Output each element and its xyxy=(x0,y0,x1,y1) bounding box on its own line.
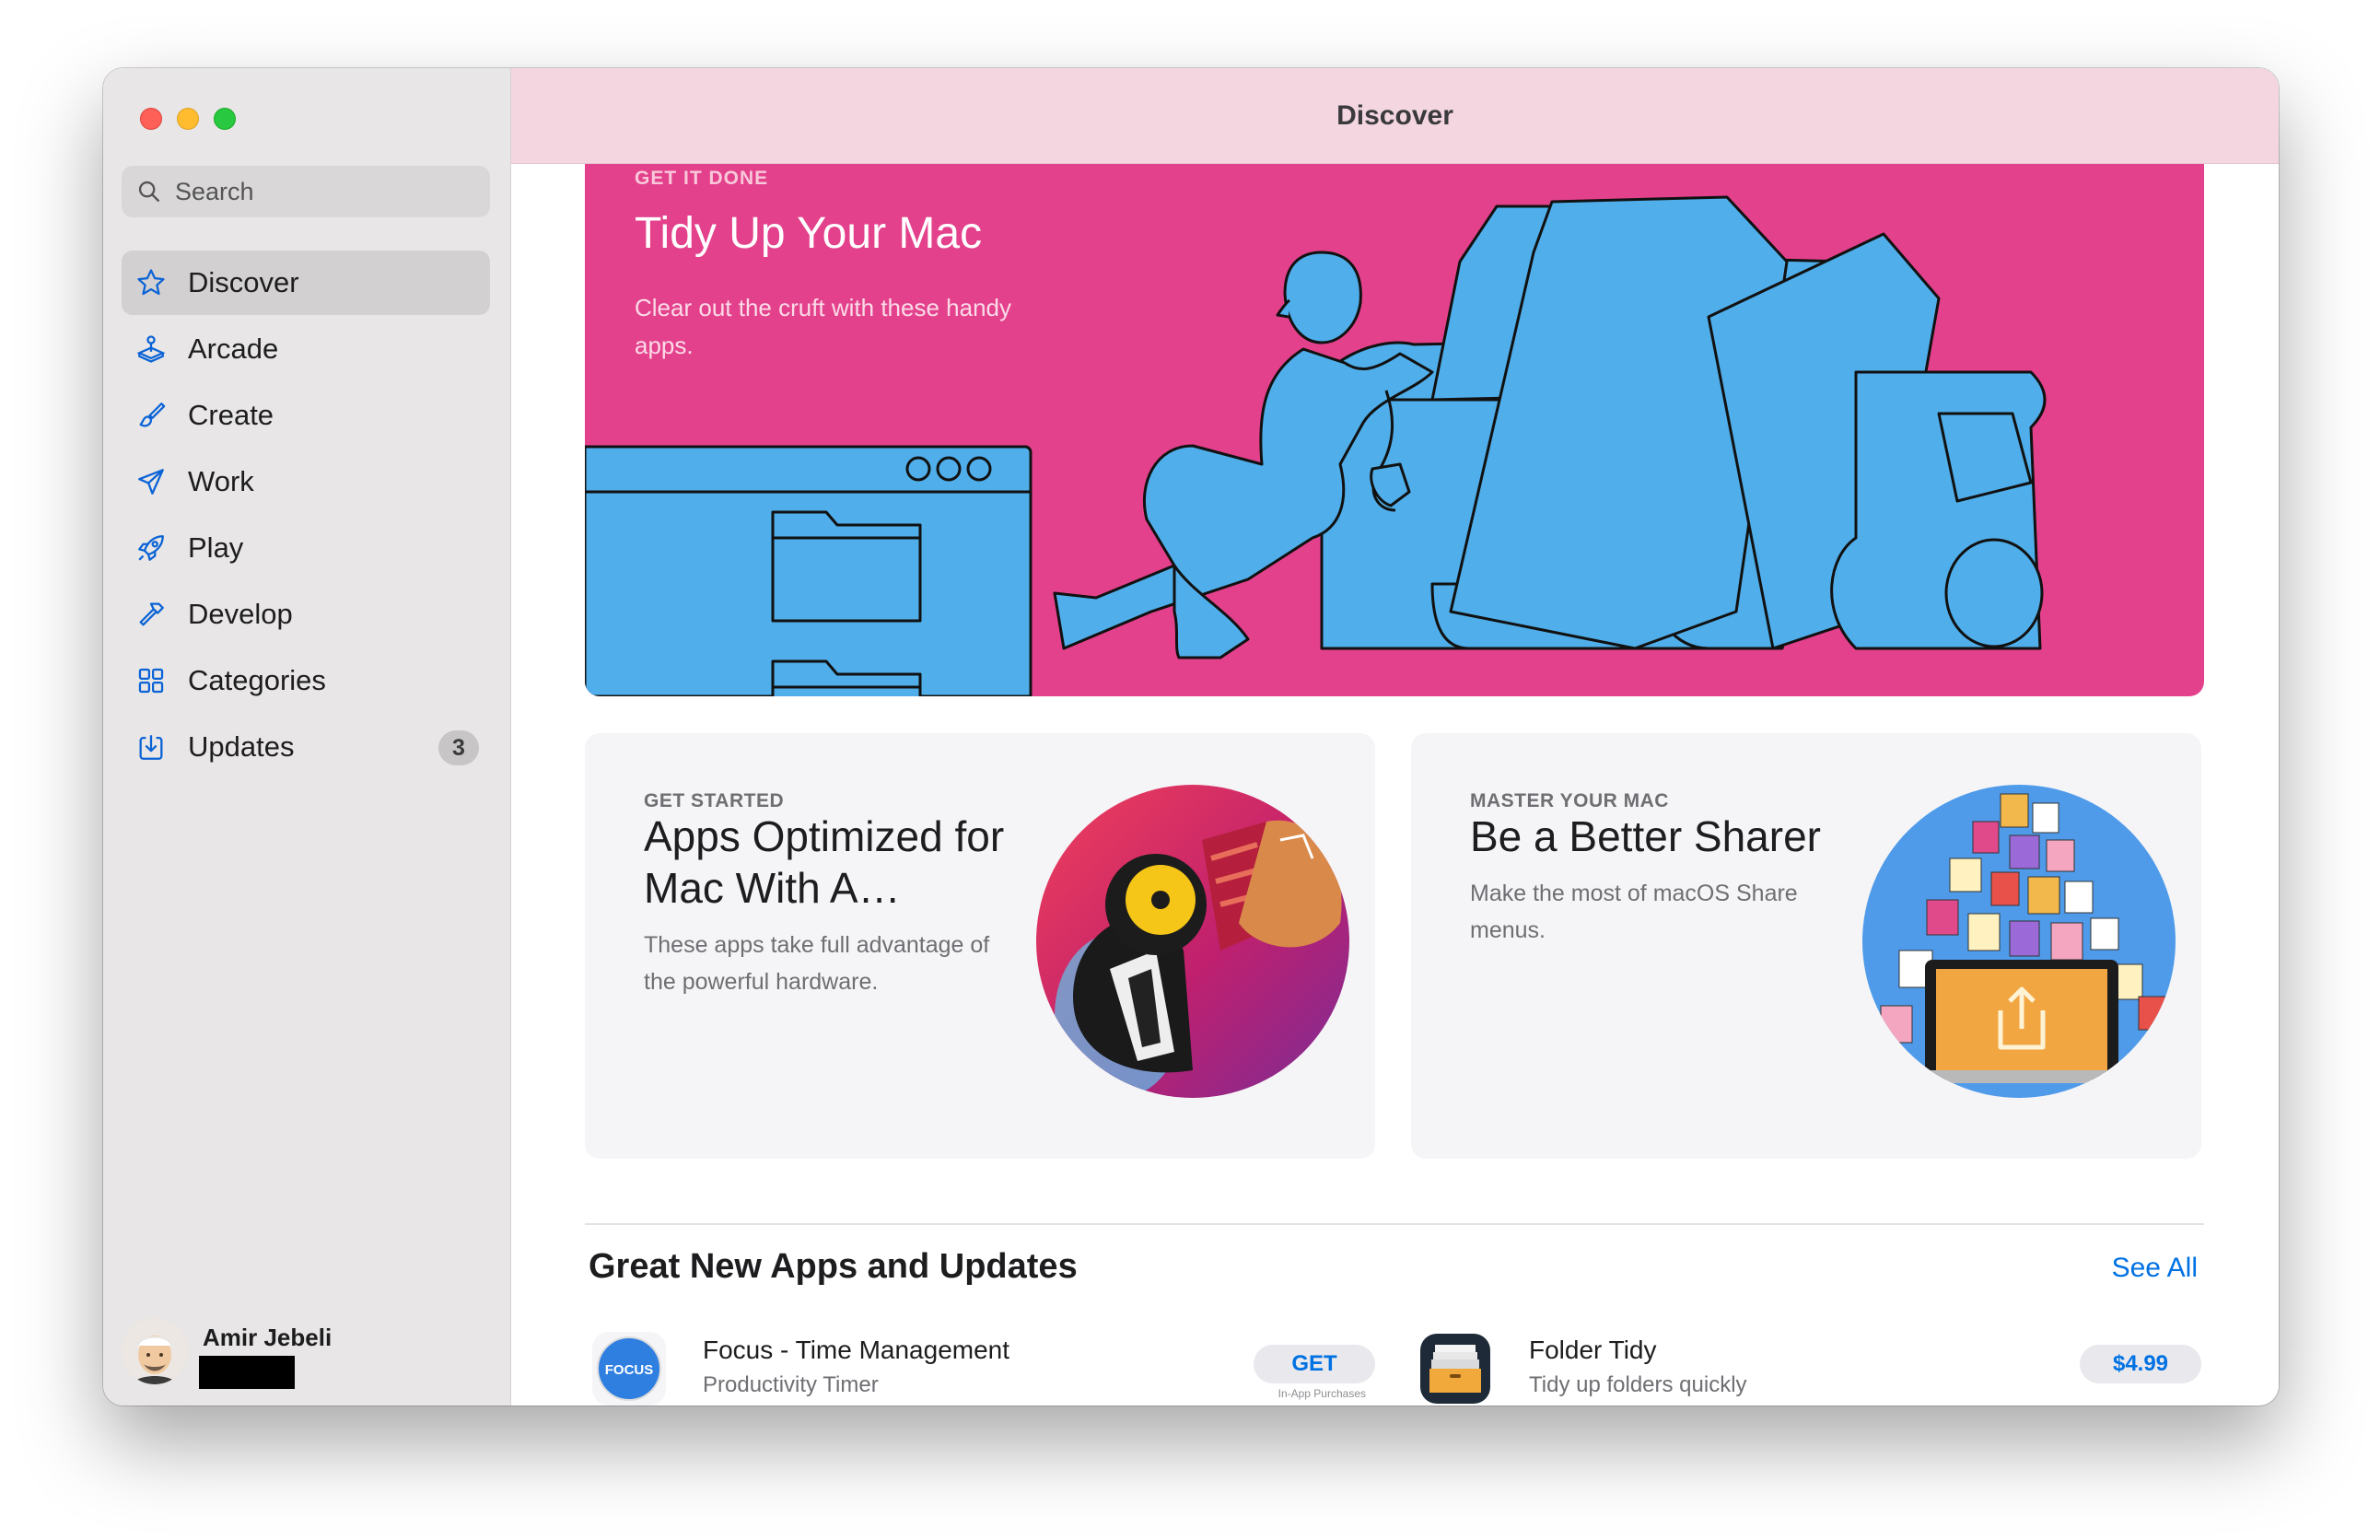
sidebar-item-develop[interactable]: Develop xyxy=(122,582,490,647)
star-icon xyxy=(133,264,169,301)
section-title: Great New Apps and Updates xyxy=(589,1247,1078,1286)
card-title: Be a Better Sharer xyxy=(1470,812,1821,860)
in-app-purchases-note: In-App Purchases xyxy=(1278,1387,1366,1400)
grid-icon xyxy=(133,662,169,699)
focus-icon-text: FOCUS xyxy=(605,1362,654,1378)
sidebar-item-label: Updates xyxy=(188,730,295,763)
see-all-link[interactable]: See All xyxy=(2112,1253,2198,1284)
sidebar-item-arcade[interactable]: Arcade xyxy=(122,317,490,381)
zoom-button[interactable] xyxy=(214,108,236,130)
sidebar-item-create[interactable]: Create xyxy=(122,383,490,448)
focus-app-icon: FOCUS xyxy=(592,1332,666,1406)
sidebar-item-play[interactable]: Play xyxy=(122,516,490,580)
sidebar-item-updates[interactable]: Updates 3 xyxy=(122,715,490,779)
sidebar-item-label: Arcade xyxy=(188,332,279,365)
search-field[interactable]: Search xyxy=(122,166,490,217)
paintbrush-icon xyxy=(133,397,169,434)
rocket-icon xyxy=(133,530,169,566)
sidebar-item-label: Work xyxy=(188,465,254,497)
story-card-better-sharer[interactable]: MASTER YOUR MAC Be a Better Sharer Make … xyxy=(1411,733,2201,1159)
card-subtitle: Make the most of macOS Share menus. xyxy=(1470,881,1798,943)
card-artwork-app-icons xyxy=(1036,785,1349,1098)
card-subtitle: These apps take full advantage of the po… xyxy=(644,932,990,995)
card-eyebrow: MASTER YOUR MAC xyxy=(1470,790,1669,811)
price-button[interactable]: $4.99 xyxy=(2080,1345,2201,1383)
card-eyebrow: GET STARTED xyxy=(644,790,785,811)
card-artwork-share xyxy=(1862,785,2176,1098)
app-subtitle: Productivity Timer xyxy=(703,1372,879,1397)
sidebar-item-label: Categories xyxy=(188,664,326,696)
account-profile[interactable]: Amir Jebeli xyxy=(122,1318,332,1389)
app-list-item-focus[interactable]: FOCUS Focus - Time Management Productivi… xyxy=(585,1332,1375,1406)
card-title: Apps Optimized for Mac With A… xyxy=(644,812,1005,912)
avatar xyxy=(122,1318,188,1384)
redacted-email xyxy=(199,1356,295,1389)
sidebar: Search Discover Arcade Create Work Play … xyxy=(103,68,511,1406)
app-name: Folder Tidy xyxy=(1529,1336,1657,1364)
folder-tidy-app-icon xyxy=(1418,1332,1492,1406)
profile-name: Amir Jebeli xyxy=(203,1324,332,1351)
hammer-icon xyxy=(133,596,169,633)
hero-eyebrow: GET IT DONE xyxy=(635,168,769,189)
app-name: Focus - Time Management xyxy=(703,1336,1010,1364)
app-subtitle: Tidy up folders quickly xyxy=(1529,1372,1747,1397)
search-placeholder: Search xyxy=(175,177,254,205)
sidebar-item-label: Create xyxy=(188,399,274,431)
search-icon xyxy=(138,181,160,203)
hero-illustration xyxy=(585,195,2047,696)
hero-banner-tidy-up[interactable]: GET IT DONE Tidy Up Your Mac Clear out t… xyxy=(585,96,2204,696)
minimize-button[interactable] xyxy=(177,108,199,130)
updates-count-badge: 3 xyxy=(438,730,479,765)
get-button[interactable]: GET xyxy=(1254,1345,1375,1383)
sidebar-item-work[interactable]: Work xyxy=(122,449,490,514)
sidebar-item-label: Play xyxy=(188,531,244,564)
sidebar-item-label: Develop xyxy=(188,598,293,630)
paperplane-icon xyxy=(133,463,169,500)
sidebar-item-categories[interactable]: Categories xyxy=(122,648,490,713)
app-list-item-folder-tidy[interactable]: Folder Tidy Tidy up folders quickly $4.9… xyxy=(1411,1332,2201,1406)
close-button[interactable] xyxy=(140,108,162,130)
section-divider xyxy=(585,1223,2204,1225)
page-title: Discover xyxy=(511,68,2279,164)
sidebar-item-discover[interactable]: Discover xyxy=(122,251,490,315)
main-content: Discover GET IT DONE Tidy Up Your Mac Cl… xyxy=(511,68,2279,1406)
joystick-icon xyxy=(133,331,169,368)
app-store-window: Search Discover Arcade Create Work Play … xyxy=(103,68,2279,1406)
hero-title: Tidy Up Your Mac xyxy=(635,209,983,258)
download-icon xyxy=(133,729,169,765)
story-card-apps-optimized[interactable]: GET STARTED Apps Optimized for Mac With … xyxy=(585,733,1375,1159)
sidebar-nav: Discover Arcade Create Work Play Develop… xyxy=(122,251,490,781)
hero-subtitle: Clear out the cruft with these handy app… xyxy=(635,294,1012,359)
sidebar-item-label: Discover xyxy=(188,266,299,298)
window-controls xyxy=(140,108,236,130)
